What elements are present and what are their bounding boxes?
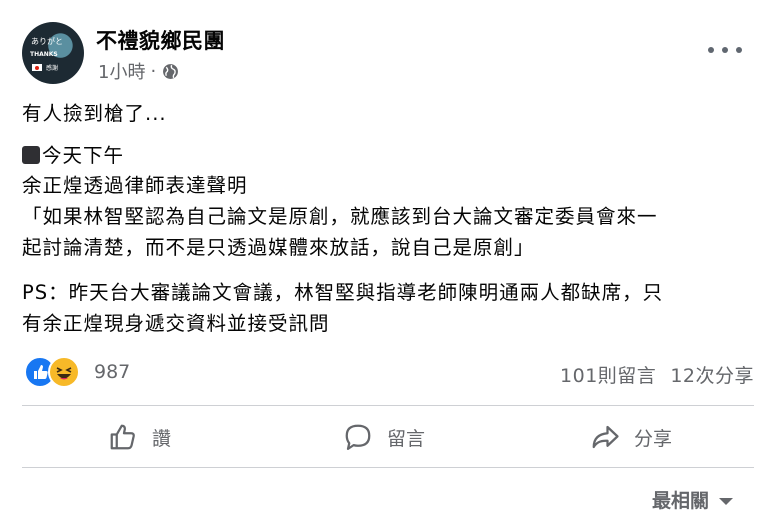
like-label: 讚 (152, 427, 172, 450)
black-square-emoji-icon (22, 146, 40, 164)
thumbs-up-icon (110, 424, 135, 450)
post-line-1: 有人撿到槍了... (22, 102, 167, 125)
sort-label: 最相關 (652, 490, 710, 512)
divider-top (22, 405, 754, 406)
post-line-6: PS：昨天台大審議論文會議，林智堅與指導老師陳明通兩人都缺席，只 (22, 281, 664, 304)
post-timestamp[interactable]: 1小時 (98, 58, 145, 84)
reaction-icons[interactable] (24, 356, 80, 388)
avatar-text-1: ありがと (31, 37, 63, 46)
comment-sort-dropdown[interactable]: 最相關 (652, 486, 734, 513)
post-line-7: 有余正煌現身遞交資料並接受訊問 (22, 312, 330, 335)
post-line-2-text: 今天下午 (42, 144, 125, 167)
avatar-text-2: THANKS (30, 51, 58, 58)
comment-bubble-icon (345, 424, 371, 450)
meta-separator: · (150, 60, 157, 82)
post-line-5: 起討論清楚，而不是只透過媒體來放話，說自己是原創」 (22, 236, 535, 259)
page-name-link[interactable]: 不禮貌鄉民團 (96, 25, 225, 55)
globe-icon (163, 63, 179, 79)
share-count-link[interactable]: 12次分享 (670, 365, 754, 387)
share-arrow-icon (592, 425, 619, 449)
comment-label: 留言 (387, 427, 426, 450)
haha-reaction-icon (48, 356, 80, 388)
japan-flag-icon (32, 64, 42, 71)
more-options-icon[interactable] (708, 38, 742, 62)
post-line-4: 「如果林智堅認為自己論文是原創，就應該到台大論文審定委員會來一 (22, 205, 658, 228)
like-button[interactable]: 讚 (108, 420, 171, 454)
share-label: 分享 (634, 427, 673, 450)
caret-down-icon (719, 497, 734, 505)
post-line-2: 今天下午 (22, 141, 124, 171)
engagement-stats: 101則留言 12次分享 (560, 361, 754, 388)
comment-button[interactable]: 留言 (343, 420, 425, 454)
post-meta: 1小時 · (98, 58, 179, 84)
reaction-count[interactable]: 987 (94, 361, 130, 383)
page-avatar[interactable]: ありがと THANKS 感謝 (22, 22, 84, 84)
post-line-3: 余正煌透過律師表達聲明 (22, 174, 248, 197)
avatar-text-3: 感謝 (46, 65, 59, 72)
comment-count-link[interactable]: 101則留言 (560, 365, 656, 387)
divider-bottom (22, 467, 754, 468)
share-button[interactable]: 分享 (590, 420, 672, 454)
